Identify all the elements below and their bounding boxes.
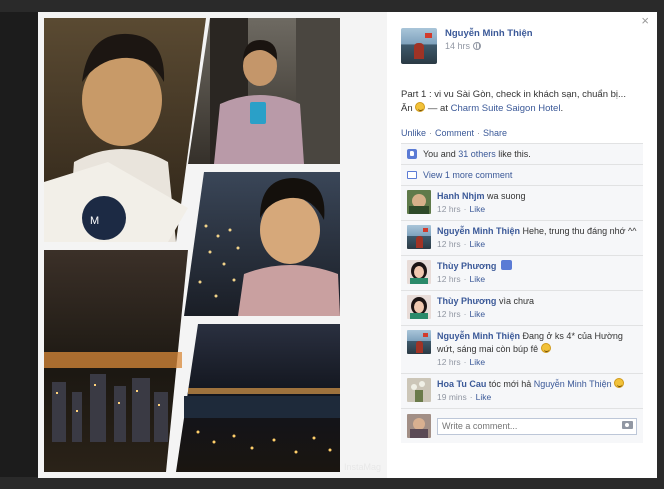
comments-list: Hanh Nhjm wa suong 12 hrs · Like Nguyễn Minh…	[401, 186, 643, 409]
thumbs-up-icon	[500, 260, 512, 270]
feedback-box: You and 31 others like this. View 1 more…	[401, 143, 643, 443]
unlike-link[interactable]: Unlike	[401, 128, 426, 138]
comment-timestamp[interactable]: 12 hrs	[437, 239, 461, 249]
likes-summary: You and 31 others like this.	[401, 144, 643, 165]
comment-item: Hoa Tu Cau tóc mới hả Nguyễn Minh Thiện …	[401, 374, 643, 409]
smile-emoji-icon	[614, 378, 625, 388]
comment-bubble-icon	[407, 171, 417, 179]
comment-link[interactable]: Comment	[435, 128, 474, 138]
commenter-name-link[interactable]: Hanh Nhjm	[437, 191, 485, 201]
commenter-name-link[interactable]: Nguyễn Minh Thiện	[437, 226, 520, 236]
comment-like-link[interactable]: Like	[469, 239, 485, 249]
commenter-name-link[interactable]: Thùy Phương	[437, 296, 496, 306]
comment-text: vìa chưa	[498, 296, 534, 306]
camera-icon[interactable]	[622, 420, 633, 429]
like-thumb-icon	[407, 149, 417, 159]
share-link[interactable]: Share	[483, 128, 507, 138]
comment-timestamp[interactable]: 12 hrs	[437, 357, 461, 367]
post-header: Nguyễn Minh Thiện 14 hrs	[401, 28, 643, 64]
commenter-avatar[interactable]	[407, 295, 431, 319]
comment-timestamp[interactable]: 12 hrs	[437, 309, 461, 319]
likes-others-link[interactable]: 31 others	[458, 149, 496, 159]
globe-icon	[473, 42, 482, 50]
smile-emoji-icon	[540, 343, 551, 353]
comment-like-link[interactable]: Like	[469, 357, 485, 367]
comment-like-link[interactable]: Like	[469, 309, 485, 319]
author-avatar[interactable]	[401, 28, 437, 64]
commenter-avatar[interactable]	[407, 260, 431, 284]
comment-item: Thùy Phương 12 hrs · Like	[401, 256, 643, 291]
post-timestamp[interactable]: 14 hrs	[445, 41, 470, 51]
comment-text: tóc mới hả	[488, 379, 534, 389]
comment-item: Nguyễn Minh Thiện Đang ở ks 4* của Hường…	[401, 326, 643, 374]
current-user-avatar	[407, 414, 431, 438]
commenter-avatar[interactable]	[407, 378, 431, 402]
backdrop-top	[0, 0, 664, 12]
post-text-line2: Ăn	[401, 103, 413, 114]
comment-item: Hanh Nhjm wa suong 12 hrs · Like	[401, 186, 643, 221]
smile-emoji-icon	[415, 102, 426, 112]
photo-collage: M	[44, 18, 340, 472]
location-link[interactable]: Charm Suite Saigon Hotel	[451, 103, 561, 114]
commenter-avatar[interactable]	[407, 190, 431, 214]
comment-text: Hehe, trung thu đáng nhớ ^^	[522, 226, 637, 236]
svg-text:M: M	[90, 215, 99, 227]
author-name-link[interactable]: Nguyễn Minh Thiện	[445, 28, 533, 39]
comment-input[interactable]	[437, 417, 637, 435]
post-text-line1: Part 1 : vi vu Sài Gòn, check in khách s…	[401, 89, 626, 100]
backdrop-bottom	[0, 477, 664, 489]
view-more-comments-row: View 1 more comment	[401, 165, 643, 186]
commenter-avatar[interactable]	[407, 330, 431, 354]
view-more-comments-link[interactable]: View 1 more comment	[423, 170, 512, 180]
comment-timestamp[interactable]: 12 hrs	[437, 274, 461, 284]
photo-viewer[interactable]: M InstaMag	[38, 12, 387, 478]
comment-text: wa suong	[487, 191, 526, 201]
page-edge	[657, 12, 664, 478]
commenter-name-link[interactable]: Thùy Phương	[437, 261, 496, 271]
comment-like-link[interactable]: Like	[469, 274, 485, 284]
comment-like-link[interactable]: Like	[469, 204, 485, 214]
mention-link[interactable]: Nguyễn Minh Thiện	[534, 379, 612, 389]
post-side-panel: × Nguyễn Minh Thiện 14 hrs Part 1 : vi v…	[387, 12, 657, 478]
post-text: Part 1 : vi vu Sài Gòn, check in khách s…	[401, 88, 643, 116]
comment-like-link[interactable]: Like	[476, 392, 492, 402]
commenter-name-link[interactable]: Hoa Tu Cau	[437, 379, 486, 389]
post-actions: Unlike · Comment · Share	[401, 128, 508, 138]
commenter-avatar[interactable]	[407, 225, 431, 249]
comment-timestamp[interactable]: 19 mins	[437, 392, 467, 402]
write-comment-row	[401, 409, 643, 443]
instamag-watermark: InstaMag	[343, 462, 381, 472]
close-icon[interactable]: ×	[641, 14, 649, 27]
comment-item: Thùy Phương vìa chưa 12 hrs · Like	[401, 291, 643, 326]
comment-item: Nguyễn Minh Thiện Hehe, trung thu đáng n…	[401, 221, 643, 256]
comment-timestamp[interactable]: 12 hrs	[437, 204, 461, 214]
commenter-name-link[interactable]: Nguyễn Minh Thiện	[437, 331, 520, 341]
